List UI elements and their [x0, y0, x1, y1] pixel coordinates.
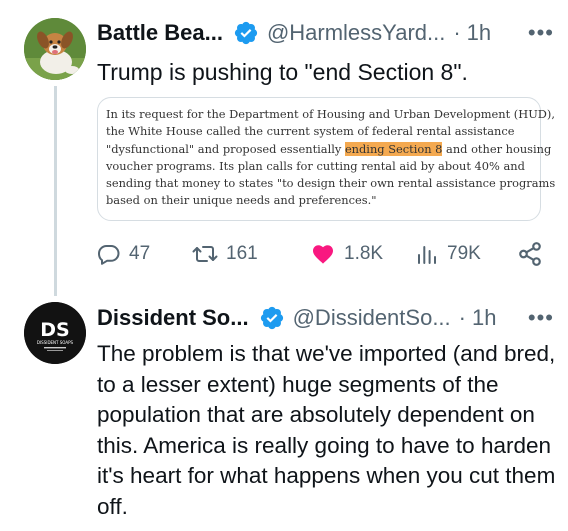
quote-line: sending that money to states "to design …	[106, 176, 556, 191]
avatar-dissident-soaps[interactable]: DS DISSIDENT SOAPS	[24, 302, 86, 364]
retweet-count: 161	[226, 243, 258, 264]
quote-line: "dysfunctional" and proposed essentially…	[106, 141, 552, 156]
svg-text:DS: DS	[40, 319, 69, 341]
quote-line: based on their unique needs and preferen…	[106, 193, 377, 208]
share-button[interactable]	[517, 237, 543, 271]
like-button[interactable]: 1.8K	[310, 237, 383, 271]
more-options-icon[interactable]: •••	[528, 305, 554, 331]
retweet-icon	[192, 246, 218, 262]
views-button[interactable]: 79K	[415, 237, 481, 271]
quote-line: voucher programs. Its plan calls for cut…	[106, 158, 525, 173]
avatar-battle-beagle[interactable]	[24, 18, 86, 80]
verified-badge-icon	[259, 305, 285, 331]
more-options-icon[interactable]: •••	[528, 20, 554, 46]
retweet-button[interactable]: 161	[192, 237, 258, 271]
verified-badge-icon	[233, 20, 259, 46]
timestamp[interactable]: 1h	[467, 20, 491, 46]
tweet-1[interactable]: Battle Bea... @HarmlessYard... · 1h ••• …	[0, 0, 568, 296]
display-name[interactable]: Battle Bea...	[97, 20, 223, 46]
user-handle[interactable]: @DissidentSo...	[293, 305, 451, 331]
highlighted-phrase: ending Section 8	[344, 141, 443, 156]
like-count: 1.8K	[344, 243, 384, 264]
separator-dot: ·	[458, 305, 466, 330]
separator-dot: ·	[453, 20, 461, 45]
timestamp[interactable]: 1h	[472, 305, 496, 331]
quote-line: In its request for the Department of Hou…	[106, 107, 555, 121]
display-name[interactable]: Dissident So...	[97, 305, 249, 331]
quote-line: the White House called the current syste…	[106, 124, 515, 139]
tweet-1-header: Battle Bea... @HarmlessYard... · 1h	[97, 17, 491, 49]
tweet-1-action-bar: 47 161 1.8K 79K	[97, 237, 547, 271]
dog-photo	[24, 18, 86, 80]
ds-logo: DS DISSIDENT SOAPS	[24, 302, 86, 364]
heart-filled-icon	[313, 245, 333, 264]
view-count: 79K	[447, 243, 481, 264]
analytics-icon	[418, 246, 436, 264]
reply-button[interactable]: 47	[97, 237, 150, 271]
svg-text:DISSIDENT SOAPS: DISSIDENT SOAPS	[37, 340, 74, 345]
share-icon	[519, 242, 541, 266]
thread-connector-line	[54, 86, 57, 296]
tweet-2-text: The problem is that we've imported (and …	[97, 341, 556, 519]
tweet-2-header: Dissident So... @DissidentSo... · 1h	[97, 302, 496, 334]
tweet-1-text: Trump is pushing to "end Section 8".	[97, 59, 468, 85]
reply-count: 47	[129, 243, 151, 264]
user-handle[interactable]: @HarmlessYard...	[267, 20, 445, 46]
quoted-article-excerpt[interactable]: In its request for the Department of Hou…	[97, 97, 556, 221]
reply-icon	[98, 245, 120, 265]
